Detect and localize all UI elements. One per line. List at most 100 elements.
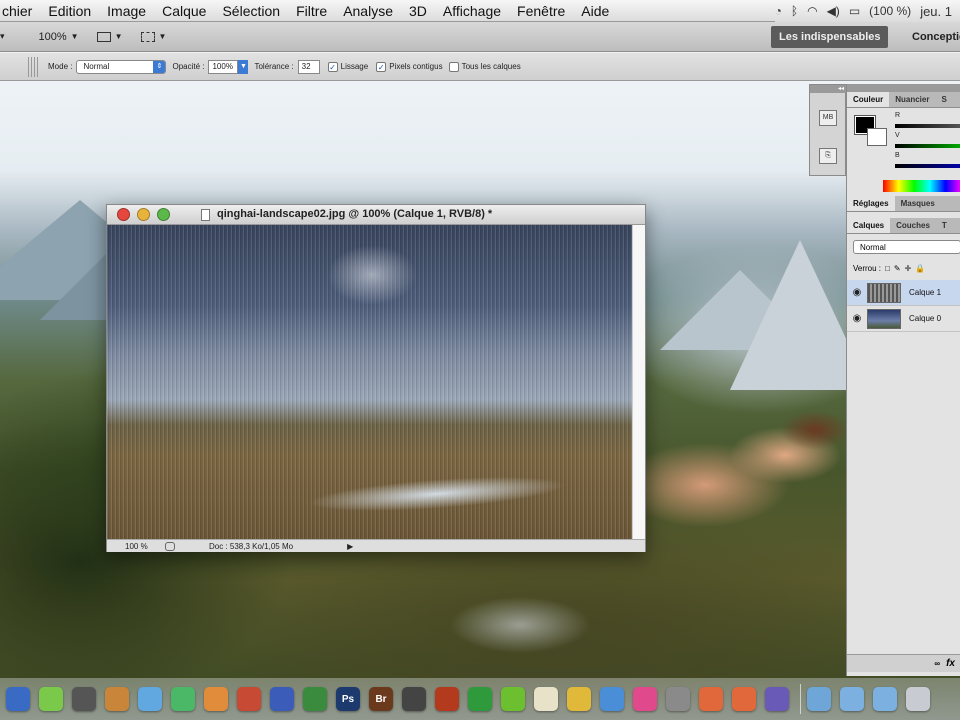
dock-app-green-icon[interactable]: [171, 687, 195, 711]
menu-aide[interactable]: Aide: [573, 3, 617, 19]
close-window-button[interactable]: [117, 208, 130, 221]
all-layers-checkbox[interactable]: [448, 61, 459, 72]
workspace-essentials-button[interactable]: Les indispensables: [771, 26, 889, 48]
dock-folder-3-icon[interactable]: [873, 687, 897, 711]
dock-folder-2-icon[interactable]: [840, 687, 864, 711]
contigus-checkbox[interactable]: ✓: [376, 61, 387, 72]
cloud-shape: [327, 245, 417, 305]
dock-app-pink-icon[interactable]: [633, 687, 657, 711]
tolerance-input[interactable]: 32: [297, 59, 320, 74]
dock-app-red-icon[interactable]: [237, 687, 261, 711]
lock-all-icon[interactable]: 🔒: [915, 264, 925, 273]
b-slider[interactable]: [895, 164, 960, 168]
dock-firefox-2-icon[interactable]: [732, 687, 756, 711]
r-slider[interactable]: [895, 124, 960, 128]
tab-calques[interactable]: Calques: [847, 218, 891, 233]
opacity-input[interactable]: 100%: [208, 59, 239, 74]
dock-folder-1-icon[interactable]: [807, 687, 831, 711]
dock-app-movie-icon[interactable]: [765, 687, 789, 711]
dock-stack-icon[interactable]: [6, 687, 30, 711]
document-scrollbar[interactable]: [632, 225, 645, 539]
document-zoom[interactable]: 100 %: [125, 542, 165, 551]
menu-3d[interactable]: 3D: [401, 3, 435, 19]
opacity-dropdown-icon[interactable]: ▼: [238, 59, 249, 74]
tab-couches[interactable]: Couches: [890, 218, 936, 233]
time-machine-icon[interactable]: ◔: [775, 4, 782, 18]
tab-reglages[interactable]: Réglages: [847, 196, 895, 211]
dock-app-blue-icon[interactable]: [138, 687, 162, 711]
wifi-icon[interactable]: ◠: [807, 4, 817, 18]
lock-pixels-icon[interactable]: ✎: [894, 264, 901, 273]
dock-charts-icon[interactable]: [303, 687, 327, 711]
dock-flash-icon[interactable]: [435, 687, 459, 711]
launch-bridge-icon[interactable]: ▾: [0, 31, 5, 42]
tab-styles[interactable]: S: [935, 92, 952, 107]
menu-fichier[interactable]: chier: [0, 3, 40, 19]
tab-tracés[interactable]: T: [936, 218, 953, 233]
dock-trash-icon[interactable]: [906, 687, 930, 711]
tab-nuancier[interactable]: Nuancier: [889, 92, 935, 107]
dock-photo-booth-icon[interactable]: [72, 687, 96, 711]
workspace-design-button[interactable]: Conceptio: [904, 26, 960, 48]
fx-button[interactable]: fx: [946, 658, 955, 669]
dock-app-gray-icon[interactable]: [666, 687, 690, 711]
dock-itunes-icon[interactable]: [468, 687, 492, 711]
menu-selection[interactable]: Sélection: [214, 3, 288, 19]
layer-row-calque-0[interactable]: ◉ Calque 0: [847, 306, 960, 332]
clock[interactable]: jeu. 1: [920, 4, 952, 19]
history-icon[interactable]: ⎘: [819, 148, 837, 164]
menu-calque[interactable]: Calque: [154, 3, 214, 19]
volume-icon[interactable]: ◀): [827, 4, 840, 18]
dock-app-dark-icon[interactable]: [402, 687, 426, 711]
layer-row-calque-1[interactable]: ◉ Calque 1: [847, 280, 960, 306]
blend-mode-select[interactable]: Normal: [853, 240, 960, 254]
mode-select[interactable]: Normal ⇕: [76, 59, 167, 74]
status-menu-icon[interactable]: [165, 541, 175, 551]
link-layers-icon[interactable]: ∞: [934, 659, 940, 668]
document-title-bar[interactable]: qinghai-landscape02.jpg @ 100% (Calque 1…: [107, 205, 645, 225]
image-canvas[interactable]: [107, 225, 632, 539]
dock-photoshop-icon[interactable]: Ps: [336, 687, 360, 711]
background-color-swatch[interactable]: [867, 128, 887, 146]
bluetooth-icon[interactable]: ᛒ: [791, 4, 798, 18]
layer-thumbnail: [867, 308, 901, 329]
dock-notes-icon[interactable]: [534, 687, 558, 711]
zoom-window-button[interactable]: [157, 208, 170, 221]
dock-pen-icon[interactable]: [270, 687, 294, 711]
panel-collapse-bar[interactable]: [847, 84, 960, 92]
menu-fenetre[interactable]: Fenêtre: [509, 3, 573, 19]
dock-bridge-icon[interactable]: Br: [369, 687, 393, 711]
menu-edition[interactable]: Edition: [40, 3, 99, 19]
dock-firefox-1-icon[interactable]: [699, 687, 723, 711]
menu-affichage[interactable]: Affichage: [435, 3, 509, 19]
screen-mode-menu[interactable]: ▼: [140, 31, 166, 42]
lock-position-icon[interactable]: ✛: [905, 264, 912, 273]
tolerance-label: Tolérance :: [254, 62, 294, 71]
tab-masques[interactable]: Masques: [895, 196, 941, 211]
dock-spotify-icon[interactable]: [501, 687, 525, 711]
battery-icon[interactable]: ▭: [849, 4, 860, 18]
zoom-menu[interactable]: 100% ▼: [39, 31, 79, 43]
arrange-documents-menu[interactable]: ▼: [96, 31, 123, 42]
layer-name: Calque 1: [909, 288, 942, 297]
status-play-icon[interactable]: ▶: [347, 542, 353, 551]
mini-bridge-icon[interactable]: MB: [819, 110, 837, 126]
tab-couleur[interactable]: Couleur: [847, 92, 890, 107]
menu-analyse[interactable]: Analyse: [335, 3, 401, 19]
dock-garageband-icon[interactable]: [105, 687, 129, 711]
dock-app-bird-icon[interactable]: [567, 687, 591, 711]
minimize-window-button[interactable]: [137, 208, 150, 221]
dock-system-icon[interactable]: [39, 687, 63, 711]
menu-image[interactable]: Image: [99, 3, 154, 19]
dock-safari-icon[interactable]: [600, 687, 624, 711]
lissage-checkbox[interactable]: ✓: [327, 61, 338, 72]
lock-transparency-icon[interactable]: □: [885, 264, 890, 273]
options-grip-handle[interactable]: [28, 56, 38, 77]
collapse-panels-button[interactable]: ◂◂: [810, 85, 847, 93]
color-spectrum[interactable]: [883, 180, 960, 192]
visibility-eye-icon[interactable]: ◉: [847, 287, 867, 298]
visibility-eye-icon[interactable]: ◉: [847, 313, 867, 324]
v-slider[interactable]: [895, 144, 960, 148]
dock-app-orange-icon[interactable]: [204, 687, 228, 711]
menu-filtre[interactable]: Filtre: [288, 3, 335, 19]
